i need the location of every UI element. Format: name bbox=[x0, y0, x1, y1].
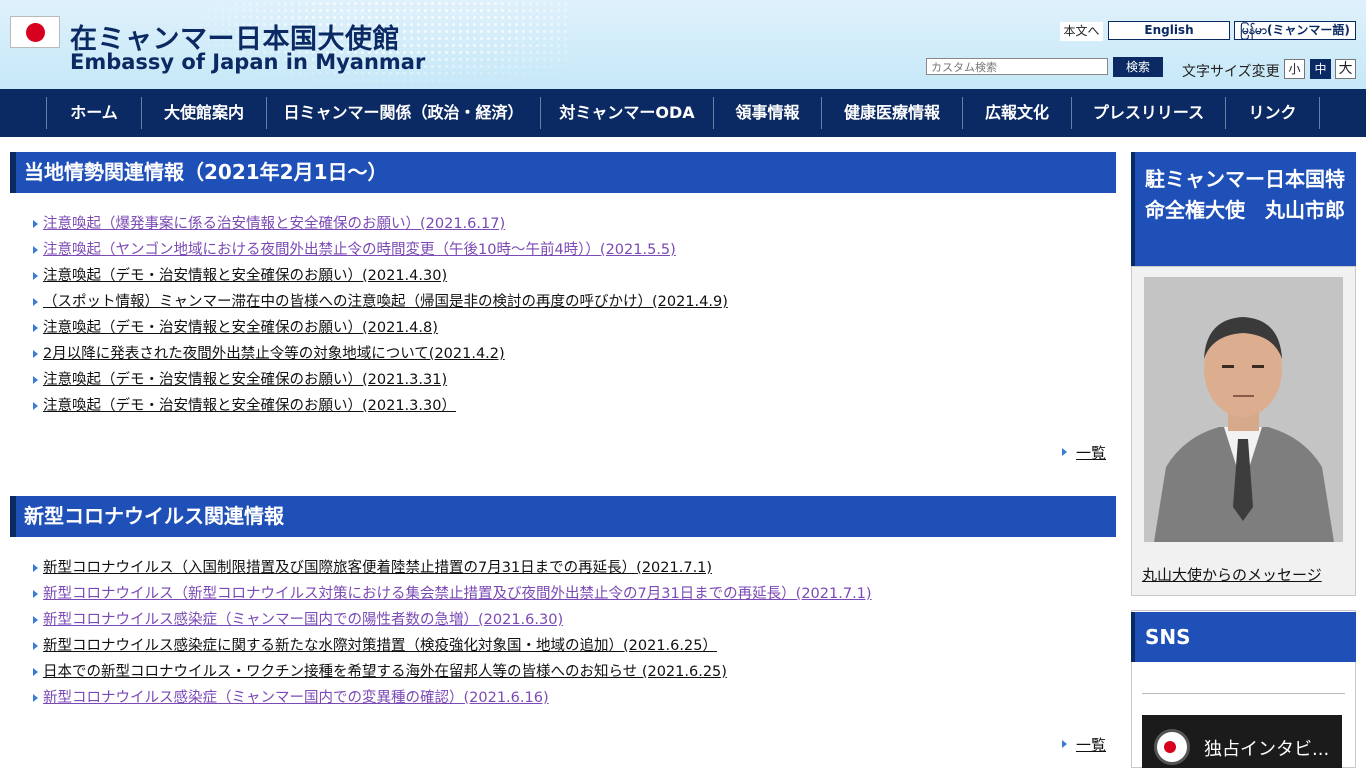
local-info-more-link[interactable]: 一覧 bbox=[1076, 444, 1106, 462]
arrow-right-icon bbox=[33, 616, 38, 624]
covid-info-heading: 新型コロナウイルス関連情報 bbox=[10, 496, 1116, 537]
list-item: 新型コロナウイルス感染症に関する新たな水際対策措置（検疫強化対象国・地域の追加）… bbox=[33, 633, 872, 659]
global-nav: ホーム 大使館案内 日ミャンマー関係（政治・経済） 対ミャンマーODA 領事情報… bbox=[0, 89, 1366, 137]
news-link[interactable]: 注意喚起（ヤンゴン地域における夜間外出禁止令の時間変更（午後10時〜午前4時））… bbox=[43, 242, 676, 258]
nav-home[interactable]: ホーム bbox=[46, 97, 141, 129]
arrow-right-icon bbox=[1062, 740, 1067, 748]
arrow-right-icon bbox=[33, 668, 38, 676]
sns-heading: SNS bbox=[1131, 612, 1356, 662]
news-link[interactable]: 注意喚起（デモ・治安情報と安全確保のお願い）(2021.4.30) bbox=[43, 268, 447, 284]
arrow-right-icon bbox=[33, 564, 38, 572]
lang-english-button[interactable]: English bbox=[1108, 21, 1230, 40]
list-item: 注意喚起（デモ・治安情報と安全確保のお願い）(2021.3.30） bbox=[33, 393, 728, 419]
local-info-more: 一覧 bbox=[1062, 442, 1106, 463]
list-item: 注意喚起（デモ・治安情報と安全確保のお願い）(2021.4.30) bbox=[33, 263, 728, 289]
news-link[interactable]: （スポット情報）ミャンマー滞在中の皆様への注意喚起（帰国是非の検討の再度の呼びか… bbox=[43, 294, 728, 310]
local-info-heading: 当地情勢関連情報（2021年2月1日〜） bbox=[10, 152, 1116, 193]
arrow-right-icon bbox=[1062, 448, 1067, 456]
list-item: 新型コロナウイルス（入国制限措置及び国際旅客便着陸禁止措置の7月31日までの再延… bbox=[33, 555, 872, 581]
nav-oda[interactable]: 対ミャンマーODA bbox=[540, 97, 713, 129]
news-link[interactable]: 新型コロナウイルス感染症に関する新たな水際対策措置（検疫強化対象国・地域の追加）… bbox=[43, 638, 717, 654]
fontsize-medium-button[interactable]: 中 bbox=[1310, 59, 1331, 79]
japan-flag-icon bbox=[10, 16, 60, 48]
local-info-list: 注意喚起（爆発事案に係る治安情報と安全確保のお願い）(2021.6.17) 注意喚… bbox=[33, 211, 728, 419]
arrow-right-icon bbox=[33, 220, 38, 228]
arrow-right-icon bbox=[33, 246, 38, 254]
news-link[interactable]: 新型コロナウイルス（入国制限措置及び国際旅客便着陸禁止措置の7月31日までの再延… bbox=[43, 560, 712, 576]
site-header: 在ミャンマー日本国大使館 Embassy of Japan in Myanmar… bbox=[0, 0, 1366, 89]
nav-consular[interactable]: 領事情報 bbox=[713, 97, 821, 129]
list-item: 注意喚起（デモ・治安情報と安全確保のお願い）(2021.4.8) bbox=[33, 315, 728, 341]
arrow-right-icon bbox=[33, 642, 38, 650]
list-item: （スポット情報）ミャンマー滞在中の皆様への注意喚起（帰国是非の検討の再度の呼びか… bbox=[33, 289, 728, 315]
list-item: 2月以降に発表された夜間外出禁止令等の対象地域について(2021.4.2) bbox=[33, 341, 728, 367]
ambassador-portrait-image bbox=[1144, 277, 1343, 542]
news-link[interactable]: 注意喚起（デモ・治安情報と安全確保のお願い）(2021.4.8) bbox=[43, 320, 438, 336]
list-item: 新型コロナウイルス感染症（ミャンマー国内での陽性者数の急増）(2021.6.30… bbox=[33, 607, 872, 633]
list-item: 日本での新型コロナウイルス・ワクチン接種を希望する海外在留邦人等の皆様へのお知ら… bbox=[33, 659, 872, 685]
video-thumbnail[interactable]: 独占インタビ... bbox=[1142, 715, 1342, 768]
news-link[interactable]: 日本での新型コロナウイルス・ワクチン接種を希望する海外在留邦人等の皆様へのお知ら… bbox=[43, 664, 727, 680]
news-link[interactable]: 新型コロナウイルス（新型コロナウイルス対策における集会禁止措置及び夜間外出禁止令… bbox=[43, 586, 872, 602]
list-item: 新型コロナウイルス（新型コロナウイルス対策における集会禁止措置及び夜間外出禁止令… bbox=[33, 581, 872, 607]
fontsize-small-button[interactable]: 小 bbox=[1284, 59, 1305, 79]
nav-relations[interactable]: 日ミャンマー関係（政治・経済） bbox=[266, 97, 540, 129]
news-link[interactable]: 注意喚起（デモ・治安情報と安全確保のお願い）(2021.3.30） bbox=[43, 398, 456, 414]
nav-press[interactable]: プレスリリース bbox=[1071, 97, 1225, 129]
news-link[interactable]: 新型コロナウイルス感染症（ミャンマー国内での陽性者数の急増）(2021.6.30… bbox=[43, 612, 563, 628]
list-item: 新型コロナウイルス感染症（ミャンマー国内での変異種の確認）(2021.6.16) bbox=[33, 685, 872, 711]
nav-health[interactable]: 健康医療情報 bbox=[821, 97, 962, 129]
arrow-right-icon bbox=[33, 402, 38, 410]
arrow-right-icon bbox=[33, 272, 38, 280]
arrow-right-icon bbox=[33, 376, 38, 384]
fontsize-large-button[interactable]: 大 bbox=[1335, 59, 1356, 79]
site-title-en[interactable]: Embassy of Japan in Myanmar bbox=[70, 50, 425, 74]
ambassador-message: 丸山大使からのメッセージ bbox=[1142, 564, 1322, 585]
covid-info-list: 新型コロナウイルス（入国制限措置及び国際旅客便着陸禁止措置の7月31日までの再延… bbox=[33, 555, 872, 711]
ambassador-heading: 駐ミャンマー日本国特命全権大使 丸山市郎 bbox=[1131, 152, 1356, 266]
nav-links[interactable]: リンク bbox=[1225, 97, 1320, 129]
nav-embassy-info[interactable]: 大使館案内 bbox=[141, 97, 266, 129]
search-input[interactable]: カスタム検索 bbox=[926, 58, 1108, 75]
news-link[interactable]: 新型コロナウイルス感染症（ミャンマー国内での変異種の確認）(2021.6.16) bbox=[43, 690, 549, 706]
video-title: 独占インタビ... bbox=[1204, 739, 1330, 760]
news-link[interactable]: 注意喚起（爆発事案に係る治安情報と安全確保のお願い）(2021.6.17) bbox=[43, 216, 505, 232]
nav-culture[interactable]: 広報文化 bbox=[962, 97, 1071, 129]
arrow-right-icon bbox=[33, 590, 38, 598]
ambassador-message-link[interactable]: 丸山大使からのメッセージ bbox=[1142, 566, 1322, 584]
news-link[interactable]: 注意喚起（デモ・治安情報と安全確保のお願い）(2021.3.31) bbox=[43, 372, 447, 388]
list-item: 注意喚起（ヤンゴン地域における夜間外出禁止令の時間変更（午後10時〜午前4時））… bbox=[33, 237, 728, 263]
arrow-right-icon bbox=[33, 350, 38, 358]
fontsize-label: 文字サイズ変更 bbox=[1182, 64, 1280, 80]
covid-info-more: 一覧 bbox=[1062, 734, 1106, 755]
arrow-right-icon bbox=[33, 324, 38, 332]
ambassador-photo[interactable] bbox=[1144, 277, 1343, 542]
arrow-right-icon bbox=[33, 694, 38, 702]
channel-logo-icon bbox=[1154, 729, 1190, 765]
arrow-right-icon bbox=[33, 298, 38, 306]
list-item: 注意喚起（デモ・治安情報と安全確保のお願い）(2021.3.31) bbox=[33, 367, 728, 393]
list-item: 注意喚起（爆発事案に係る治安情報と安全確保のお願い）(2021.6.17) bbox=[33, 211, 728, 237]
lang-myanmar-button[interactable]: မြန်မာ(ミャンマー語) bbox=[1234, 21, 1356, 40]
covid-info-more-link[interactable]: 一覧 bbox=[1076, 736, 1106, 754]
news-link[interactable]: 2月以降に発表された夜間外出禁止令等の対象地域について(2021.4.2) bbox=[43, 346, 505, 362]
sns-divider bbox=[1142, 693, 1345, 694]
skip-to-content-link[interactable]: 本文へ bbox=[1060, 22, 1103, 41]
search-button[interactable]: 検索 bbox=[1113, 57, 1163, 77]
